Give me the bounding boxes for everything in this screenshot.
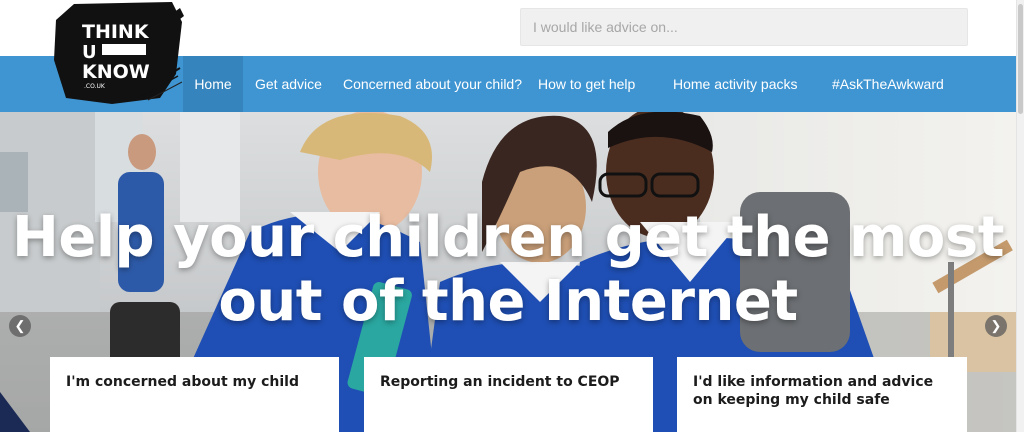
carousel-next-button[interactable]: ❯ [985,315,1007,337]
logo-text-domain: .CO.UK [84,83,106,90]
nav-get-advice[interactable]: Get advice [255,56,322,112]
carousel-prev-button[interactable]: ❮ [9,315,31,337]
thinkuknow-logo[interactable]: THINK U KNOW .CO.UK [52,2,184,106]
logo-text-know: KNOW [82,61,150,83]
search-input[interactable] [520,8,968,46]
nav-ask-the-awkward[interactable]: #AskTheAwkward [832,56,944,112]
card-title: I'd like information and advice on keepi… [693,374,934,408]
card-title: Reporting an incident to CEOP [380,374,620,390]
logo-text-think: THINK [82,21,150,43]
logo-bar [102,44,146,55]
hero-title: Help your children get the most out of t… [12,205,1004,334]
card-info-keeping-child-safe[interactable]: I'd like information and advice on keepi… [677,357,967,432]
nav-home-activity-packs[interactable]: Home activity packs [673,56,797,112]
nav-concerned-about-child[interactable]: Concerned about your child? [343,56,522,112]
scrollbar-thumb[interactable] [1018,4,1023,114]
page-scrollbar[interactable] [1016,0,1024,432]
card-report-incident-ceop[interactable]: Reporting an incident to CEOP [364,357,653,432]
nav-how-to-get-help[interactable]: How to get help [538,56,635,112]
card-concerned-about-child[interactable]: I'm concerned about my child [50,357,339,432]
nav-home[interactable]: Home [183,56,243,112]
chevron-left-icon: ❮ [14,318,26,333]
chevron-right-icon: ❯ [990,318,1002,333]
card-title: I'm concerned about my child [66,374,299,390]
logo-text-u: U [82,42,97,63]
